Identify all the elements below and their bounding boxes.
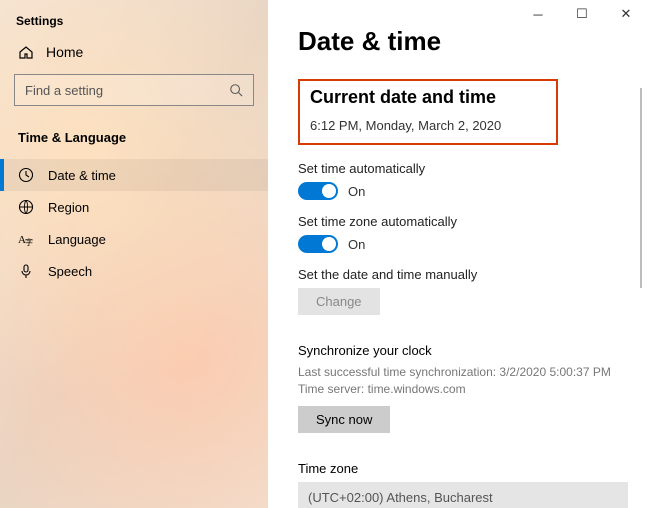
auto-time-label: Set time automatically	[298, 161, 618, 176]
home-label: Home	[46, 44, 83, 60]
sync-last-text: Last successful time synchronization: 3/…	[298, 364, 618, 381]
auto-time-toggle[interactable]	[298, 182, 338, 200]
auto-tz-state: On	[348, 237, 365, 252]
auto-tz-toggle-row: On	[298, 235, 618, 253]
clock-icon	[18, 167, 34, 183]
sync-now-button[interactable]: Sync now	[298, 406, 390, 433]
sidebar-item-label: Speech	[48, 264, 92, 279]
manual-label: Set the date and time manually	[298, 267, 618, 282]
globe-icon	[18, 199, 34, 215]
auto-tz-toggle[interactable]	[298, 235, 338, 253]
auto-tz-label: Set time zone automatically	[298, 214, 618, 229]
sidebar-item-label: Region	[48, 200, 89, 215]
search-container: Find a setting	[0, 66, 268, 114]
timezone-heading: Time zone	[298, 461, 618, 476]
sync-heading: Synchronize your clock	[298, 343, 618, 358]
sidebar-item-label: Date & time	[48, 168, 116, 183]
main-content: Date & time Current date and time 6:12 P…	[268, 0, 648, 508]
sidebar-item-region[interactable]: Region	[0, 191, 268, 223]
auto-time-toggle-row: On	[298, 182, 618, 200]
change-button: Change	[298, 288, 380, 315]
search-icon	[229, 83, 243, 97]
current-datetime-heading: Current date and time	[310, 87, 546, 108]
home-nav[interactable]: Home	[0, 38, 268, 66]
sidebar-item-speech[interactable]: Speech	[0, 255, 268, 287]
search-placeholder: Find a setting	[25, 83, 103, 98]
page-title: Date & time	[298, 26, 618, 57]
sidebar-item-label: Language	[48, 232, 106, 247]
language-icon: A字	[18, 231, 34, 247]
current-datetime-value: 6:12 PM, Monday, March 2, 2020	[310, 118, 546, 133]
toggle-knob	[322, 237, 336, 251]
settings-window: ─ ☐ ✕ Settings Home Find a setting Time …	[0, 0, 648, 508]
home-icon	[18, 44, 34, 60]
search-input[interactable]: Find a setting	[14, 74, 254, 106]
timezone-select[interactable]: (UTC+02:00) Athens, Bucharest	[298, 482, 628, 508]
scrollbar[interactable]	[640, 88, 642, 288]
sidebar: Settings Home Find a setting Time & Lang…	[0, 0, 268, 508]
current-datetime-highlight: Current date and time 6:12 PM, Monday, M…	[298, 79, 558, 145]
app-title: Settings	[0, 10, 268, 38]
category-heading: Time & Language	[0, 114, 268, 159]
sync-server-text: Time server: time.windows.com	[298, 381, 618, 398]
sidebar-item-date-time[interactable]: Date & time	[0, 159, 268, 191]
microphone-icon	[18, 263, 34, 279]
sidebar-item-language[interactable]: A字 Language	[0, 223, 268, 255]
auto-time-state: On	[348, 184, 365, 199]
svg-text:字: 字	[25, 237, 33, 247]
toggle-knob	[322, 184, 336, 198]
